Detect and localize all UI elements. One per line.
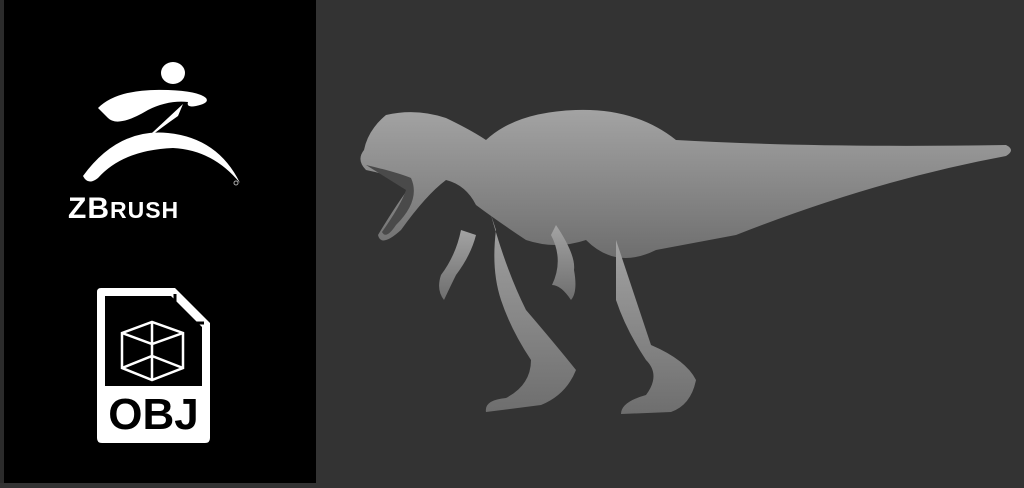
logo-panel: ZBRUSH OBJ xyxy=(0,0,316,483)
wordmark-b: B xyxy=(87,192,110,225)
wordmark-rest: RUSH xyxy=(110,197,180,223)
wordmark-z: Z xyxy=(68,192,88,225)
trex-model xyxy=(360,109,1011,414)
zbrush-figure-logo xyxy=(83,62,240,186)
obj-label: OBJ xyxy=(108,390,199,439)
panel-edge xyxy=(0,0,4,483)
3d-viewport[interactable] xyxy=(316,0,1024,483)
zbrush-wordmark: ZBRUSH xyxy=(68,192,179,226)
